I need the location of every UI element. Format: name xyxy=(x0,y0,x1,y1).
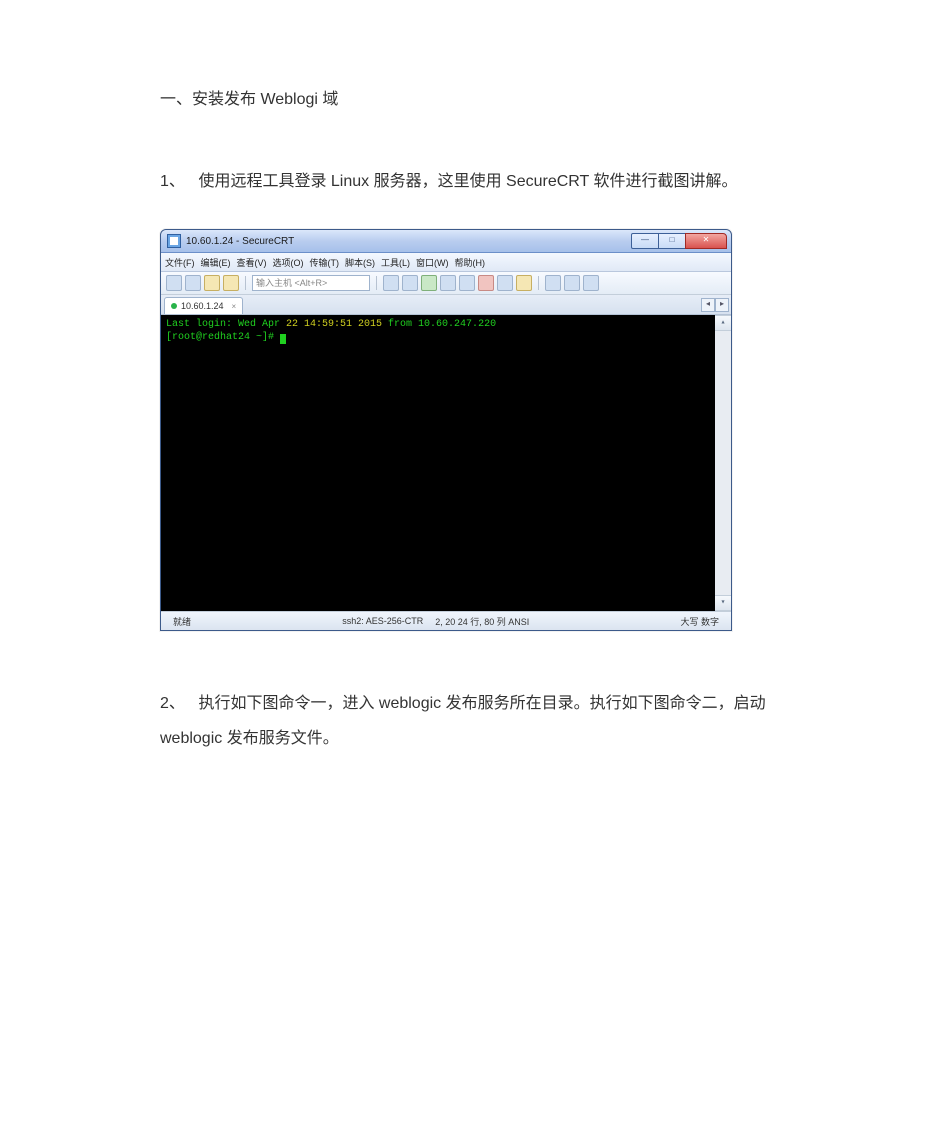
terminal-area[interactable]: ▴ Last login: Wed Apr 22 14:59:51 2015 f… xyxy=(161,315,731,611)
key-icon[interactable] xyxy=(516,275,532,291)
help-icon[interactable] xyxy=(545,275,561,291)
menu-edit[interactable]: 编辑(E) xyxy=(201,256,231,269)
tab-strip: 10.60.1.24 × ◂ ▸ xyxy=(161,295,731,315)
status-caps-num: 大写 数字 xyxy=(674,615,725,628)
step-1: 1、 使用远程工具登录 Linux 服务器，这里使用 SecureCRT 软件进… xyxy=(160,164,785,199)
session-mgr-icon[interactable] xyxy=(204,275,220,291)
reconnect-icon[interactable] xyxy=(223,275,239,291)
maximize-button[interactable]: □ xyxy=(659,233,685,249)
terminal-text: from 10.60.247.220 xyxy=(382,319,496,330)
tab-close-icon[interactable]: × xyxy=(232,302,237,311)
menu-help[interactable]: 帮助(H) xyxy=(455,256,486,269)
step-1-number: 1、 xyxy=(160,164,194,199)
section-heading: 一、安装发布 Weblogi 域 xyxy=(160,85,785,109)
menu-view[interactable]: 查看(V) xyxy=(237,256,267,269)
quickconnect-icon[interactable] xyxy=(166,275,182,291)
step-2-text: 执行如下图命令一，进入 weblogic 发布服务所在目录。执行如下图命令二，启… xyxy=(160,695,766,747)
font-icon[interactable] xyxy=(421,275,437,291)
app-icon xyxy=(167,234,181,248)
terminal-cursor xyxy=(280,334,286,344)
tab-scroll-right[interactable]: ▸ xyxy=(715,298,729,312)
options-icon[interactable] xyxy=(478,275,494,291)
tab-label: 10.60.1.24 xyxy=(181,301,224,311)
toolbar-separator xyxy=(376,276,377,290)
session-tab[interactable]: 10.60.1.24 × xyxy=(164,297,243,314)
terminal-line-1: Last login: Wed Apr 22 14:59:51 2015 fro… xyxy=(166,318,710,331)
connected-indicator-icon xyxy=(171,303,177,309)
tile-icon[interactable] xyxy=(564,275,580,291)
window-title: 10.60.1.24 - SecureCRT xyxy=(186,236,631,247)
step-2: 2、 执行如下图命令一，进入 weblogic 发布服务所在目录。执行如下图命令… xyxy=(160,686,785,756)
status-ready: 就绪 xyxy=(167,615,197,628)
terminal-line-2: [root@redhat24 ~]# xyxy=(166,331,710,344)
menu-script[interactable]: 脚本(S) xyxy=(345,256,375,269)
minimize-button[interactable]: — xyxy=(631,233,659,249)
cascade-icon[interactable] xyxy=(583,275,599,291)
toolbar-separator xyxy=(538,276,539,290)
close-button[interactable]: ✕ xyxy=(685,233,727,249)
sftp-icon[interactable] xyxy=(497,275,513,291)
tab-scroll-left[interactable]: ◂ xyxy=(701,298,715,312)
status-bar: 就绪 ssh2: AES-256-CTR 2, 20 24 行, 80 列 AN… xyxy=(161,611,731,630)
menu-window[interactable]: 窗口(W) xyxy=(416,256,449,269)
connect-icon[interactable] xyxy=(185,275,201,291)
step-1-text: 使用远程工具登录 Linux 服务器，这里使用 SecureCRT 软件进行截图… xyxy=(198,173,737,190)
print-icon[interactable] xyxy=(440,275,456,291)
status-ssh: ssh2: AES-256-CTR xyxy=(336,616,429,626)
terminal-text: Last login: Wed Apr xyxy=(166,319,286,330)
menu-transfer[interactable]: 传输(T) xyxy=(310,256,340,269)
menu-bar[interactable]: 文件(F) 编辑(E) 查看(V) 选项(O) 传输(T) 脚本(S) 工具(L… xyxy=(161,253,731,272)
toolbar-row-1: 输入主机 <Alt+R> xyxy=(161,272,731,295)
copy-icon[interactable] xyxy=(383,275,399,291)
find-icon[interactable] xyxy=(459,275,475,291)
paste-icon[interactable] xyxy=(402,275,418,291)
scrollbar-down-button[interactable]: ▾ xyxy=(715,595,731,611)
scrollbar-up-button[interactable]: ▴ xyxy=(715,315,731,331)
step-2-number: 2、 xyxy=(160,686,194,721)
menu-tools[interactable]: 工具(L) xyxy=(381,256,410,269)
menu-file[interactable]: 文件(F) xyxy=(165,256,195,269)
menu-options[interactable]: 选项(O) xyxy=(273,256,304,269)
status-position: 2, 20 24 行, 80 列 ANSI xyxy=(429,615,535,628)
terminal-prompt: [root@redhat24 ~]# xyxy=(166,332,280,343)
toolbar-separator xyxy=(245,276,246,290)
window-titlebar[interactable]: 10.60.1.24 - SecureCRT — □ ✕ xyxy=(161,230,731,253)
host-input[interactable]: 输入主机 <Alt+R> xyxy=(252,275,370,291)
securecrt-window: 10.60.1.24 - SecureCRT — □ ✕ 文件(F) 编辑(E)… xyxy=(160,229,732,631)
terminal-text-highlight: 22 14:59:51 2015 xyxy=(286,319,382,330)
